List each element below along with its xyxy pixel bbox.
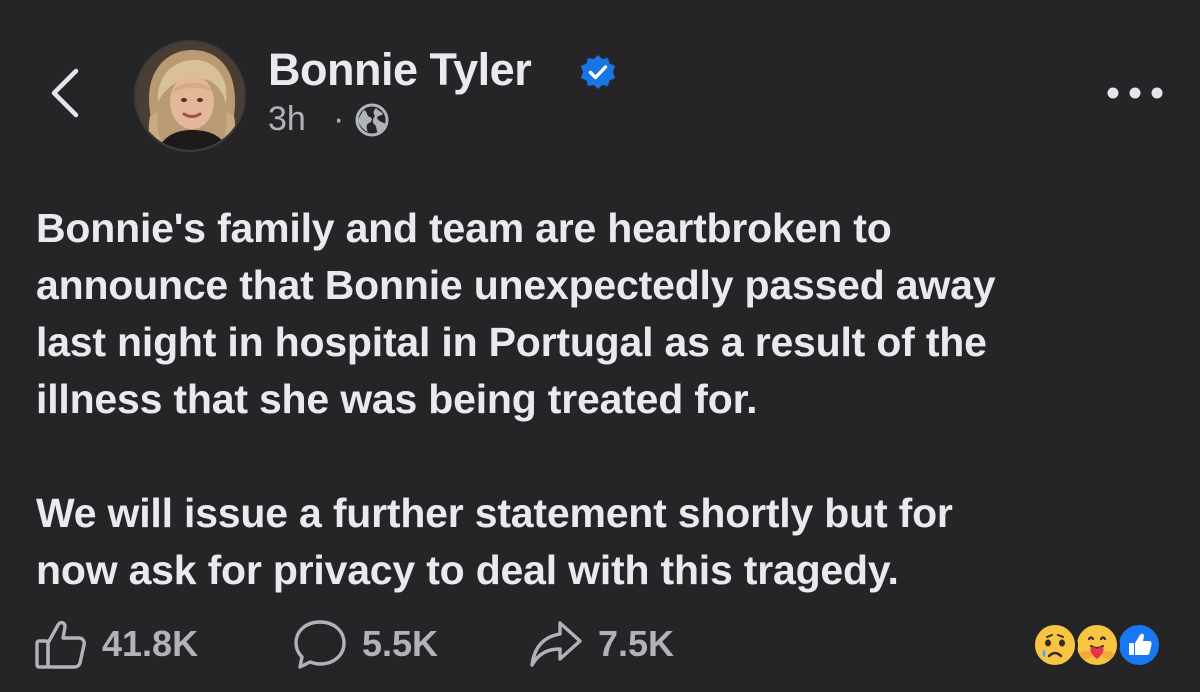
author-name[interactable]: Bonnie Tyler bbox=[268, 44, 532, 96]
author-avatar[interactable] bbox=[134, 40, 246, 152]
verified-badge-icon bbox=[581, 55, 615, 89]
share-arrow-icon bbox=[530, 621, 582, 667]
comment-count: 5.5K bbox=[362, 623, 439, 664]
comment-bubble-icon bbox=[294, 620, 346, 669]
thumbs-up-icon bbox=[35, 620, 86, 669]
chevron-left-icon bbox=[51, 68, 79, 118]
post-text-line: Bonnie's family and team are heartbroken… bbox=[36, 205, 892, 251]
like-reaction-icon bbox=[1116, 622, 1162, 668]
globe-icon[interactable] bbox=[354, 102, 390, 138]
share-button[interactable]: 7.5K bbox=[528, 614, 674, 674]
reaction-summary[interactable] bbox=[1032, 622, 1172, 668]
post-text-line: illness that she was being treated for. bbox=[36, 376, 758, 422]
like-count: 41.8K bbox=[102, 623, 199, 664]
post-text: Bonnie's family and team are heartbroken… bbox=[36, 200, 1176, 599]
back-button[interactable] bbox=[40, 58, 90, 128]
more-horizontal-icon bbox=[1107, 87, 1163, 99]
post-timestamp[interactable]: 3h bbox=[268, 100, 306, 139]
facebook-post: Bonnie Tyler 3h · Bonnie's family and te… bbox=[0, 0, 1200, 692]
share-count: 7.5K bbox=[598, 623, 675, 664]
sad-reaction-icon bbox=[1032, 622, 1078, 668]
post-text-line: now ask for privacy to deal with this tr… bbox=[36, 547, 899, 593]
post-text-line: We will issue a further statement shortl… bbox=[36, 490, 953, 536]
comment-button[interactable]: 5.5K bbox=[292, 614, 438, 674]
meta-separator: · bbox=[333, 100, 345, 138]
avatar-portrait bbox=[136, 42, 244, 150]
more-options-button[interactable] bbox=[1100, 78, 1170, 108]
like-button[interactable]: 41.8K bbox=[34, 614, 198, 674]
care-reaction-icon bbox=[1074, 622, 1120, 668]
post-text-line: announce that Bonnie unexpectedly passed… bbox=[36, 262, 996, 308]
post-text-line: last night in hospital in Portugal as a … bbox=[36, 319, 987, 365]
